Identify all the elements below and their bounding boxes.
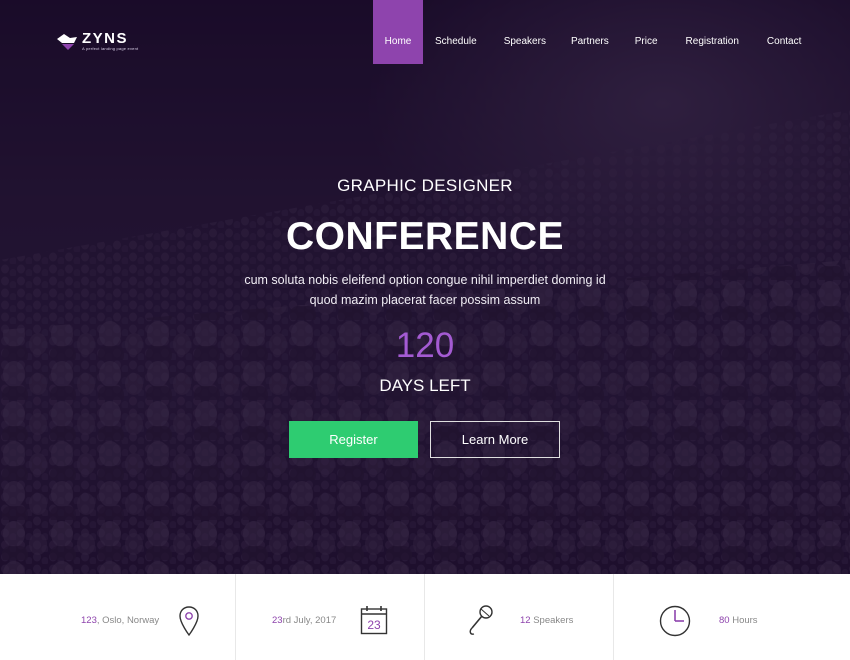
- info-speakers: 12 Speakers: [425, 574, 614, 660]
- info-hours: 80 Hours: [614, 574, 850, 660]
- microphone-icon: [469, 605, 493, 635]
- nav-item-registration[interactable]: Registration: [674, 0, 755, 64]
- calendar-day-number: 23: [367, 618, 381, 632]
- calendar-icon: 23: [360, 606, 388, 635]
- info-date: 23rd July, 2017 23: [236, 574, 425, 660]
- nav-item-schedule[interactable]: Schedule: [423, 0, 492, 64]
- info-location: 123, Oslo, Norway: [0, 574, 236, 660]
- hero-lead: cum soluta nobis eleifend option congue …: [0, 270, 850, 310]
- countdown-label: DAYS LEFT: [379, 376, 471, 395]
- location-city: , Oslo, Norway: [96, 615, 160, 626]
- nav-item-speakers[interactable]: Speakers: [492, 0, 559, 64]
- brand-name: ZYNS: [82, 30, 129, 47]
- nav-item-partners[interactable]: Partners: [559, 0, 623, 64]
- map-pin-icon: [179, 606, 199, 637]
- register-button[interactable]: Register: [289, 421, 418, 458]
- speakers-text: 12 Speakers: [520, 615, 573, 626]
- main-nav: Home Schedule Speakers Partners Price Re…: [373, 0, 813, 64]
- learn-more-button[interactable]: Learn More: [430, 421, 560, 458]
- date-text: 23rd July, 2017: [272, 615, 336, 626]
- nav-item-contact[interactable]: Contact: [755, 0, 813, 64]
- hero-section: ZYNS A perfect landing page event Home S…: [0, 0, 850, 574]
- location-text: 123, Oslo, Norway: [81, 615, 159, 626]
- hero-lead-line-1: cum soluta nobis eleifend option congue …: [244, 273, 606, 287]
- date-rest: rd July, 2017: [282, 615, 337, 626]
- top-navbar: ZYNS A perfect landing page event Home S…: [0, 0, 850, 64]
- hero-headline: CONFERENCE: [285, 215, 565, 258]
- nav-item-home[interactable]: Home: [373, 0, 423, 64]
- event-info-strip: 123, Oslo, Norway 23rd July, 2017 23 12 …: [0, 574, 850, 660]
- logo-mark: [57, 34, 77, 50]
- hero-kicker: GRAPHIC DESIGNER: [337, 176, 513, 195]
- clock-icon: [659, 605, 691, 637]
- countdown-value: 120: [395, 326, 455, 365]
- hero-lead-line-2: quod mazim placerat facer possim assum: [309, 293, 541, 307]
- hours-count: 80: [719, 615, 730, 626]
- location-number: 123: [81, 615, 97, 626]
- hours-label: Hours: [729, 615, 758, 626]
- hours-text: 80 Hours: [719, 615, 758, 626]
- speakers-count: 12: [520, 615, 531, 626]
- date-day: 23: [272, 615, 283, 626]
- nav-item-price[interactable]: Price: [623, 0, 674, 64]
- brand-tagline: A perfect landing page event: [82, 46, 139, 51]
- brand-logo[interactable]: ZYNS A perfect landing page event: [56, 30, 139, 52]
- speakers-label: Speakers: [530, 615, 574, 626]
